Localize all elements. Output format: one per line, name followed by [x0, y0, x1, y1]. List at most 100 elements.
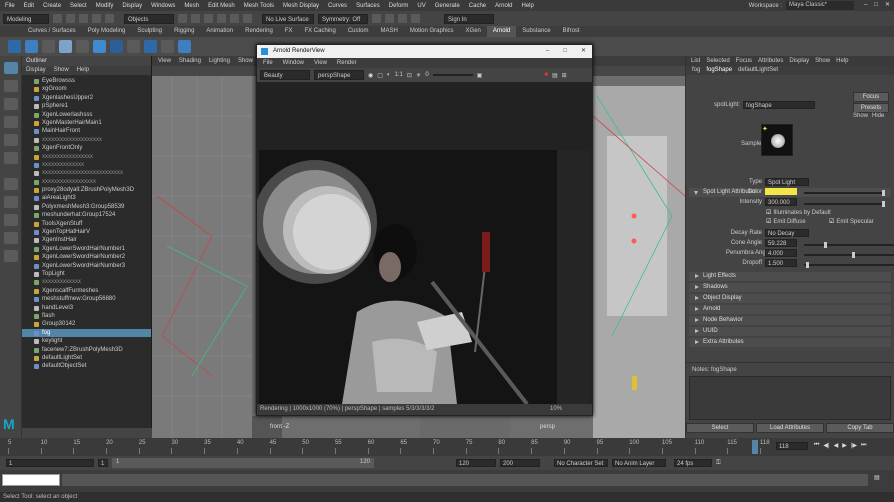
section-extra-attributes[interactable]: Extra Attributes [689, 338, 891, 347]
viewport-menu-show[interactable]: Show [238, 56, 253, 66]
attr-menu-selected[interactable]: Selected [706, 56, 729, 66]
outliner-item[interactable]: XgenInstHair [22, 236, 151, 244]
attr-menu-display[interactable]: Display [789, 56, 809, 66]
section-node-behavior[interactable]: Node Behavior [689, 316, 891, 325]
spotlight-name-field[interactable]: fogShape [743, 101, 816, 109]
range-bar[interactable]: 1 120 [112, 458, 374, 468]
region-icon[interactable]: ▢ [377, 72, 383, 79]
render-canvas[interactable] [253, 82, 592, 406]
shelf-tab-xgen[interactable]: XGen [460, 26, 487, 37]
outliner-item[interactable]: XgenFrontOnly [22, 144, 151, 152]
volume-icon[interactable] [127, 40, 140, 53]
outliner-item[interactable]: XgenTopHatHairV [22, 228, 151, 236]
standin-icon[interactable] [110, 40, 123, 53]
illum-default-checkbox[interactable]: ☑ [766, 209, 771, 216]
license-icon[interactable] [178, 40, 191, 53]
aov-dropdown[interactable]: Beauty [260, 70, 310, 80]
outliner-item[interactable]: XgenMasterHairMain1 [22, 119, 151, 127]
outliner-item[interactable]: flash [22, 312, 151, 320]
go-start-icon[interactable]: ⏮ [814, 442, 819, 449]
live-surface-field[interactable]: No Live Surface [262, 13, 314, 24]
renderview-menu-file[interactable]: File [263, 58, 273, 68]
time-slider[interactable]: 5 10 15 20 25 30 35 40 45 50 55 60 65 70 75 80 85 90 95 100… [0, 438, 894, 456]
save-scene-icon[interactable] [79, 14, 88, 23]
snapshot-icon[interactable]: ▤ [552, 72, 558, 79]
menu-modify[interactable]: Modify [96, 3, 114, 9]
outliner-item[interactable]: XgenLowerSwordHairNumber1 [22, 245, 151, 253]
viewport-menu-view[interactable]: View [158, 56, 171, 66]
menu-help[interactable]: Help [521, 3, 533, 9]
lasso-tool-icon[interactable] [3, 80, 18, 92]
fps-dropdown[interactable]: 24 fps [674, 459, 712, 467]
start-time-field[interactable]: 1 [6, 459, 94, 467]
outliner-menu-help[interactable]: Help [77, 66, 89, 75]
outliner-item[interactable]: xxxxxxxxxxxxxxxxxxxx [22, 136, 151, 144]
rv-maximize-icon[interactable]: □ [563, 45, 567, 58]
decay-dropdown[interactable]: No Decay [765, 229, 809, 237]
hypershade-icon[interactable] [411, 14, 420, 23]
menu-mesh[interactable]: Mesh [184, 3, 199, 9]
rv-close-icon[interactable]: ✕ [581, 45, 586, 58]
outliner-item[interactable]: xxxxxxxxxxxxxxxxx [22, 153, 151, 161]
open-scene-icon[interactable] [66, 14, 75, 23]
dropoff-slider[interactable] [804, 261, 894, 268]
outliner-item[interactable]: TopLight [22, 270, 151, 278]
dropoff-field[interactable]: 1.500 [765, 259, 797, 267]
menu-display[interactable]: Display [122, 3, 142, 9]
shelf-tab-poly-modeling[interactable]: Poly Modeling [82, 26, 132, 37]
flush-cache-icon[interactable] [161, 40, 174, 53]
show-button[interactable]: Show [853, 113, 868, 119]
menu-edit-mesh[interactable]: Edit Mesh [208, 3, 235, 9]
go-end-icon[interactable]: ⏭ [861, 442, 866, 449]
single-layout-icon[interactable] [3, 178, 18, 190]
mel-input[interactable] [2, 474, 60, 486]
snap-point-icon[interactable] [243, 14, 252, 23]
outliner-item[interactable]: proxy28odyall:ZBrushPolyMesh3D [22, 186, 151, 194]
current-frame-field[interactable]: 118 [776, 442, 808, 450]
snap-grid-icon[interactable] [217, 14, 226, 23]
symmetry-dropdown[interactable]: Symmetry: Off [318, 13, 368, 24]
section-shadows[interactable]: Shadows [689, 283, 891, 292]
outliner-item[interactable]: facenew7:ZBrushPolyMesh3D [22, 346, 151, 354]
scale-tool-icon[interactable] [3, 152, 18, 164]
maximize-icon[interactable]: □ [874, 2, 878, 8]
shelf-tab-sculpting[interactable]: Sculpting [131, 26, 168, 37]
snap-curve-icon[interactable] [230, 14, 239, 23]
outliner-item[interactable]: keylight [22, 337, 151, 345]
camera-dropdown[interactable]: perspShape [314, 70, 364, 80]
select-component-icon[interactable] [204, 14, 213, 23]
outliner-item[interactable]: xxxxxxxxxxxxx [22, 278, 151, 286]
menu-deform[interactable]: Deform [389, 3, 409, 9]
node-tab-defaultlightset[interactable]: defaultLightSet [738, 66, 778, 75]
select-tool-icon[interactable] [3, 62, 18, 74]
playback-end-field[interactable]: 120 [456, 459, 496, 467]
renderview-menu-render[interactable]: Render [337, 58, 357, 68]
exposure-icon[interactable]: ☀ [416, 72, 421, 79]
outliner-item[interactable]: meshunderhat:Group17524 [22, 211, 151, 219]
redo-icon[interactable] [105, 14, 114, 23]
menu-generate[interactable]: Generate [435, 3, 460, 9]
type-dropdown[interactable]: Spot Light [765, 178, 809, 186]
move-tool-icon[interactable] [3, 116, 18, 128]
node-tab-fogshape[interactable]: fogShape [706, 66, 732, 75]
four-layout-icon[interactable] [3, 196, 18, 208]
penumbra-field[interactable]: 4.000 [765, 249, 797, 257]
new-scene-icon[interactable] [53, 14, 62, 23]
outliner-item[interactable]: XgenLowerSwordHairNumber3 [22, 262, 151, 270]
outliner-item[interactable]: aiAreaLight3 [22, 194, 151, 202]
rotate-tool-icon[interactable] [3, 134, 18, 146]
shelf-tab-animation[interactable]: Animation [200, 26, 239, 37]
arnold-renderview-window[interactable]: Arnold RenderView – □ ✕ File Window View Re… [253, 44, 593, 416]
section-light-effects[interactable]: Light Effects [689, 272, 891, 281]
shelf-tab-fx[interactable]: FX [279, 26, 299, 37]
paint-select-icon[interactable] [3, 98, 18, 110]
render-icon[interactable] [372, 14, 381, 23]
outliner-item[interactable]: XgenlashesUpper2 [22, 94, 151, 102]
cone-angle-slider[interactable] [804, 241, 894, 248]
two-layout-icon[interactable] [3, 214, 18, 226]
node-tab-fog[interactable]: fog [692, 66, 700, 75]
anim-layer-dropdown[interactable]: No Anim Layer [612, 459, 666, 467]
outliner-menu-show[interactable]: Show [54, 66, 69, 75]
focus-button[interactable]: Focus [853, 92, 889, 102]
outliner-item[interactable]: fog [22, 328, 151, 338]
